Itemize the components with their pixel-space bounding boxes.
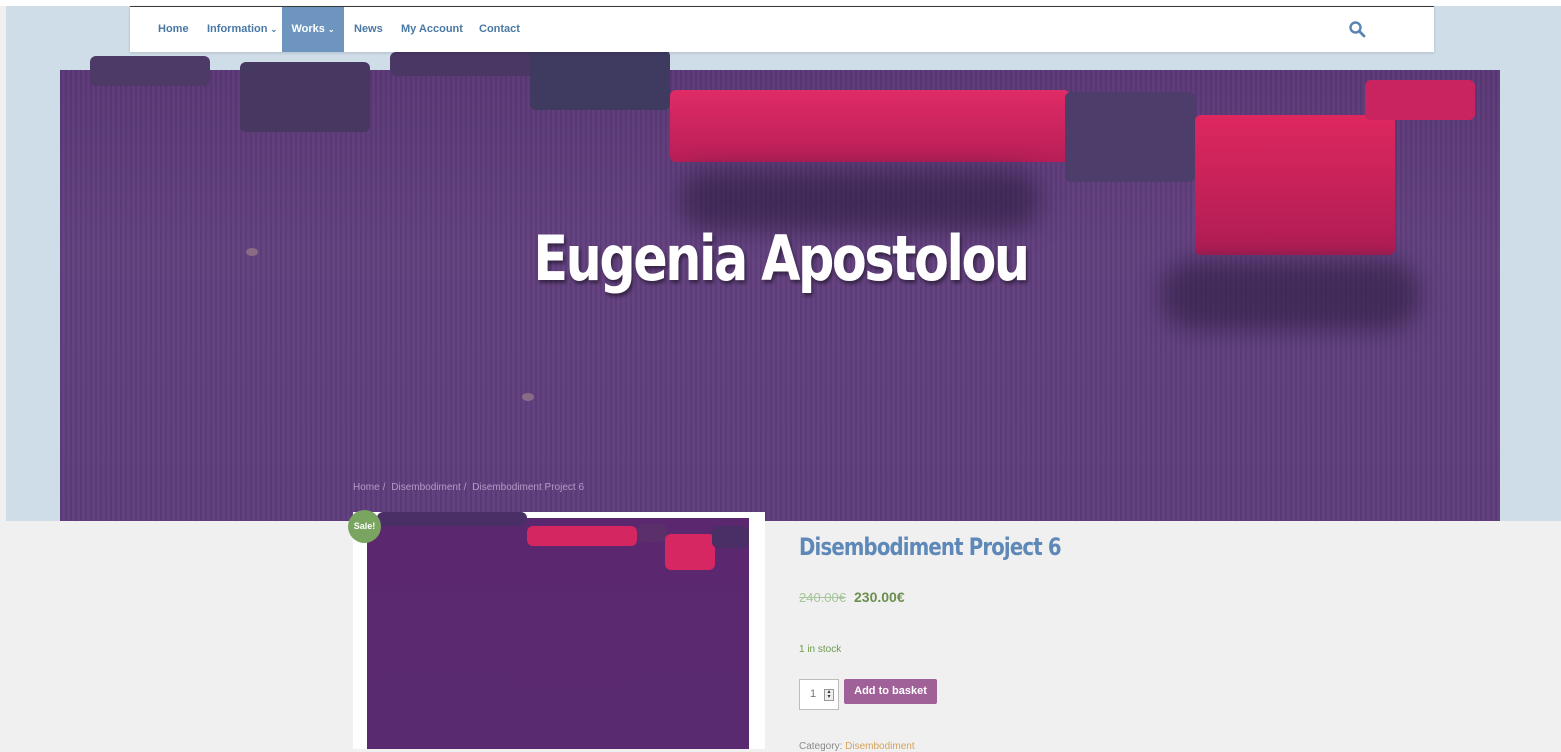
site-title: Eugenia Apostolou xyxy=(533,222,1030,295)
nav-item-label: My Account xyxy=(401,23,463,35)
search-icon[interactable] xyxy=(1348,20,1366,38)
breadcrumb-current: Disembodiment Project 6 xyxy=(472,482,585,493)
nav-item-my-account[interactable]: My Account xyxy=(401,7,463,52)
nav-item-home[interactable]: Home xyxy=(158,7,189,52)
stock-status: 1 in stock xyxy=(799,644,842,655)
chevron-down-icon: ⌄ xyxy=(270,25,278,34)
nav-item-news[interactable]: News xyxy=(354,7,383,52)
product-title: Disembodiment Project 6 xyxy=(799,533,1062,561)
price-sale: 230.00€ xyxy=(854,589,905,605)
breadcrumb-separator: / xyxy=(463,482,467,493)
nav-item-label: News xyxy=(354,23,383,35)
breadcrumb-home[interactable]: Home xyxy=(353,482,380,493)
product-category: Category: Disembodiment xyxy=(799,741,915,752)
nav-item-label: Home xyxy=(158,23,189,35)
nav-item-contact[interactable]: Contact xyxy=(479,7,520,52)
quantity-value: 1 xyxy=(810,688,817,700)
breadcrumb-category[interactable]: Disembodiment xyxy=(391,482,460,493)
main-navigation: Home Information ⌄ Works ⌄ News My Account… xyxy=(130,6,1434,52)
chevron-down-icon: ⌄ xyxy=(327,25,335,34)
quantity-input[interactable]: 1 ▴ ▾ xyxy=(799,679,839,710)
price-original: 240.00€ xyxy=(799,590,846,605)
hero-artwork xyxy=(60,50,1500,521)
category-label: Category: xyxy=(799,741,843,752)
breadcrumb: Home / Disembodiment / Disembodiment Proje… xyxy=(353,482,587,493)
add-to-basket-button[interactable]: Add to basket xyxy=(844,679,937,704)
sale-badge: Sale! xyxy=(348,510,381,543)
nav-item-works[interactable]: Works ⌄ xyxy=(282,7,344,52)
breadcrumb-separator: / xyxy=(382,482,386,493)
product-image[interactable] xyxy=(353,512,765,749)
nav-item-label: Contact xyxy=(479,23,520,35)
nav-item-label: Works xyxy=(291,23,325,35)
nav-item-information[interactable]: Information ⌄ xyxy=(207,7,277,52)
nav-item-label: Information xyxy=(207,23,268,35)
quantity-stepper[interactable]: ▴ ▾ xyxy=(824,689,834,701)
product-artwork xyxy=(367,512,749,749)
category-link[interactable]: Disembodiment xyxy=(845,741,914,752)
